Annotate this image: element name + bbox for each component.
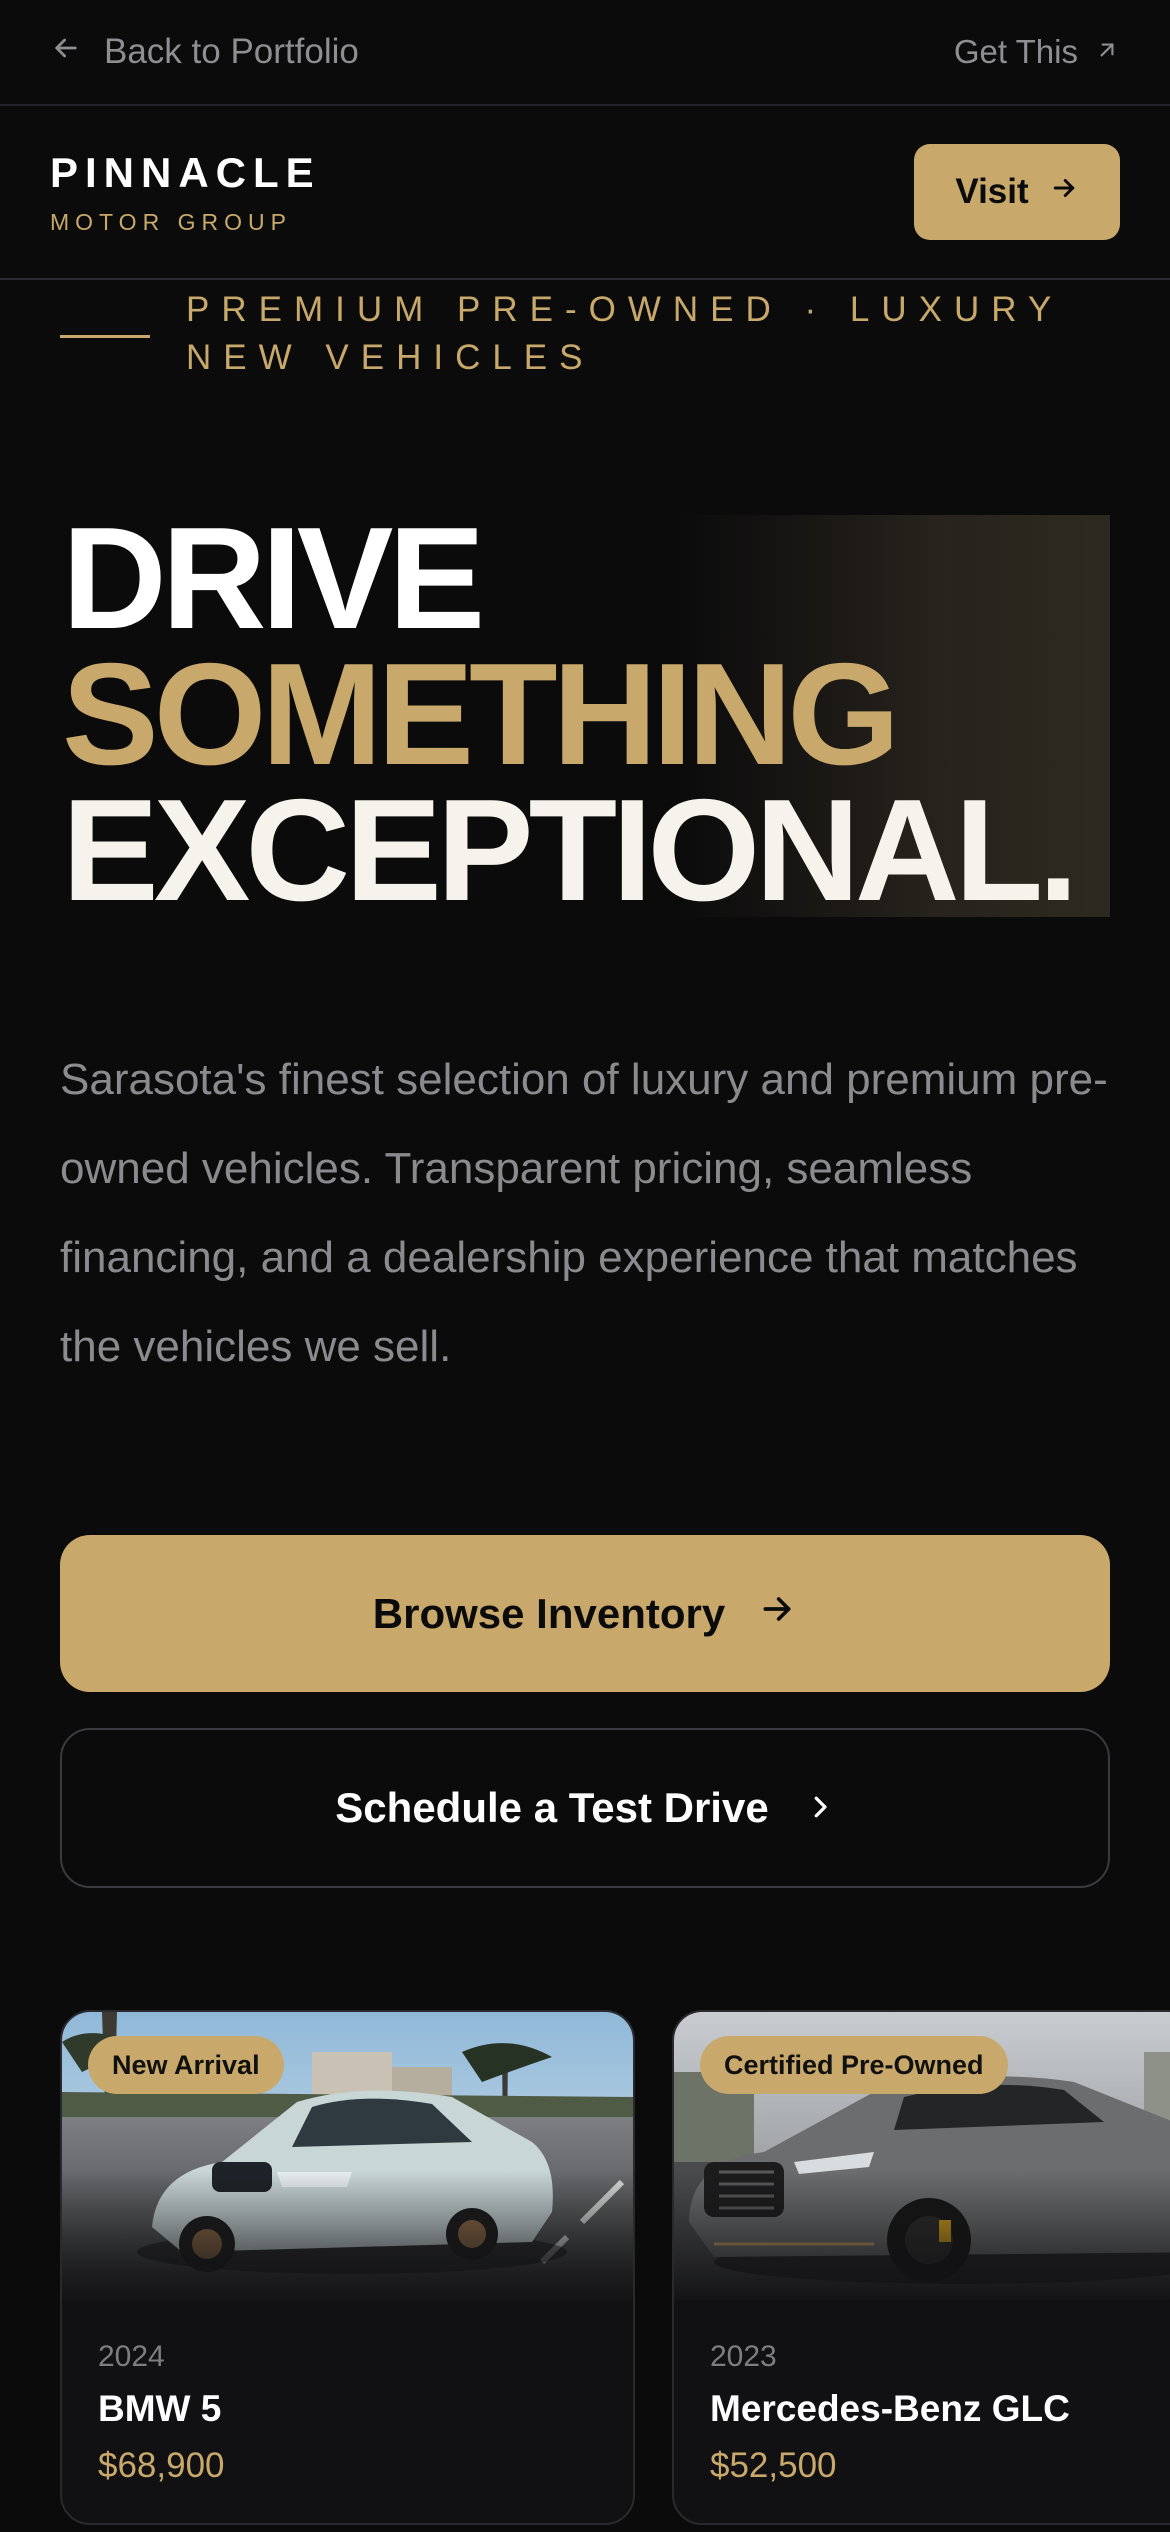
headline-line-1: DRIVE — [62, 497, 485, 659]
vehicle-details: 2024 BMW 5 $68,900 — [62, 2300, 633, 2486]
page: Back to Portfolio Get This PINNACLE MOTO… — [0, 0, 1170, 2532]
vehicle-photo-bmw: New Arrival — [62, 2012, 633, 2300]
brand-subtitle: MOTOR GROUP — [50, 208, 292, 235]
vehicle-price: $52,500 — [710, 2446, 837, 2485]
eyebrow-divider — [60, 335, 150, 338]
schedule-test-drive-button[interactable]: Schedule a Test Drive — [60, 1728, 1110, 1888]
vehicle-badge: Certified Pre-Owned — [700, 2036, 1008, 2094]
eyebrow-line-2: NEW VEHICLES — [186, 338, 595, 377]
visit-button[interactable]: Visit — [914, 144, 1120, 240]
vehicle-card[interactable]: Certified Pre-Owned 2023 Mercedes-Benz G… — [672, 2010, 1170, 2525]
headline-line-3: EXCEPTIONAL. — [62, 769, 1078, 931]
vehicle-details: 2023 Mercedes-Benz GLC $52,500 — [674, 2300, 1170, 2486]
eyebrow-text: PREMIUM PRE-OWNED · LUXURY NEW VEHICLES — [186, 286, 1106, 382]
brand-name: PINNACLE — [50, 148, 321, 196]
brand-logo[interactable]: PINNACLE MOTOR GROUP — [50, 149, 321, 236]
browse-inventory-button[interactable]: Browse Inventory — [60, 1535, 1110, 1692]
vehicle-year: 2023 — [710, 2340, 777, 2373]
vehicle-price: $68,900 — [98, 2446, 225, 2485]
back-link-label: Back to Portfolio — [104, 32, 359, 71]
hero-eyebrow: PREMIUM PRE-OWNED · LUXURY NEW VEHICLES — [60, 286, 1106, 382]
get-this-link[interactable]: Get This — [954, 33, 1120, 71]
get-this-label: Get This — [953, 33, 1078, 70]
hero-headline: DRIVE SOMETHING EXCEPTIONAL. — [62, 497, 1078, 931]
browse-inventory-label: Browse Inventory — [372, 1589, 726, 1637]
hero-description: Sarasota's finest selection of luxury an… — [60, 1055, 1108, 1371]
site-header: PINNACLE MOTOR GROUP Visit — [0, 106, 1170, 280]
arrow-left-icon — [50, 32, 82, 73]
eyebrow-line-1: PREMIUM PRE-OWNED · LUXURY — [186, 290, 1064, 329]
headline-line-2: SOMETHING — [62, 633, 900, 795]
arrow-right-icon — [1049, 172, 1079, 212]
back-to-portfolio-link[interactable]: Back to Portfolio — [50, 32, 359, 73]
schedule-test-drive-label: Schedule a Test Drive — [335, 1784, 769, 1831]
vehicle-photo-mercedes: Certified Pre-Owned — [674, 2012, 1170, 2300]
chevron-right-icon — [805, 1784, 835, 1832]
arrow-right-icon — [757, 1589, 797, 1639]
vehicle-year: 2024 — [98, 2340, 165, 2373]
arrow-up-right-icon — [1094, 33, 1120, 71]
visit-label: Visit — [955, 172, 1029, 211]
vehicle-badge: New Arrival — [88, 2036, 284, 2094]
utility-bar: Back to Portfolio Get This — [0, 0, 1170, 106]
vehicle-card[interactable]: New Arrival 2024 BMW 5 $68,900 — [60, 2010, 635, 2525]
vehicle-title: Mercedes-Benz GLC — [710, 2388, 1070, 2429]
vehicle-title: BMW 5 — [98, 2388, 222, 2429]
